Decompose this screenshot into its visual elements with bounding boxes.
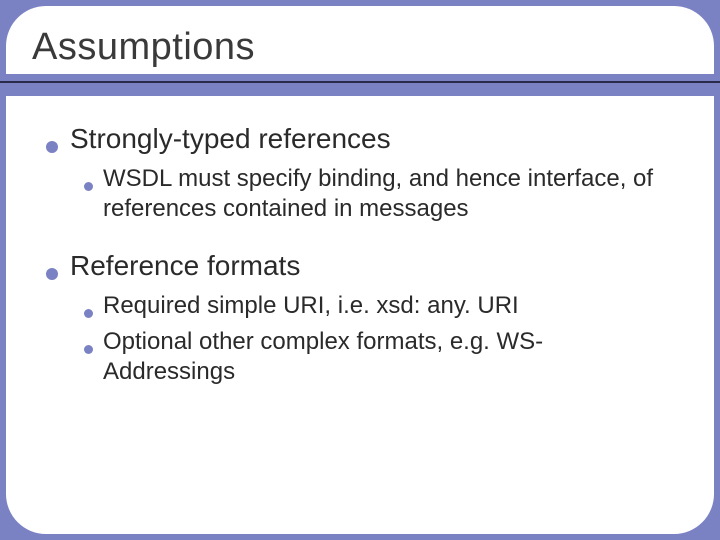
bullet-item-l1: Strongly-typed references (46, 121, 674, 156)
bullet-item-l2: WSDL must specify binding, and hence int… (84, 164, 674, 224)
bullet-text: Required simple URI, i.e. xsd: any. URI (103, 291, 519, 321)
bullet-icon (84, 309, 93, 318)
bullet-item-l2: Required simple URI, i.e. xsd: any. URI (84, 291, 674, 321)
bullet-item-l1: Reference formats (46, 248, 674, 283)
slide-content: Strongly-typed references WSDL must spec… (46, 121, 674, 393)
bullet-item-l2: Optional other complex formats, e.g. WS-… (84, 327, 674, 387)
bullet-text: WSDL must specify binding, and hence int… (103, 164, 674, 224)
bullet-icon (46, 141, 58, 153)
bullet-icon (84, 345, 93, 354)
bullet-icon (84, 182, 93, 191)
slide-title: Assumptions (32, 26, 255, 69)
title-divider (0, 74, 720, 96)
bullet-icon (46, 268, 58, 280)
bullet-text: Strongly-typed references (70, 121, 391, 156)
bullet-text: Optional other complex formats, e.g. WS-… (103, 327, 674, 387)
bullet-text: Reference formats (70, 248, 300, 283)
